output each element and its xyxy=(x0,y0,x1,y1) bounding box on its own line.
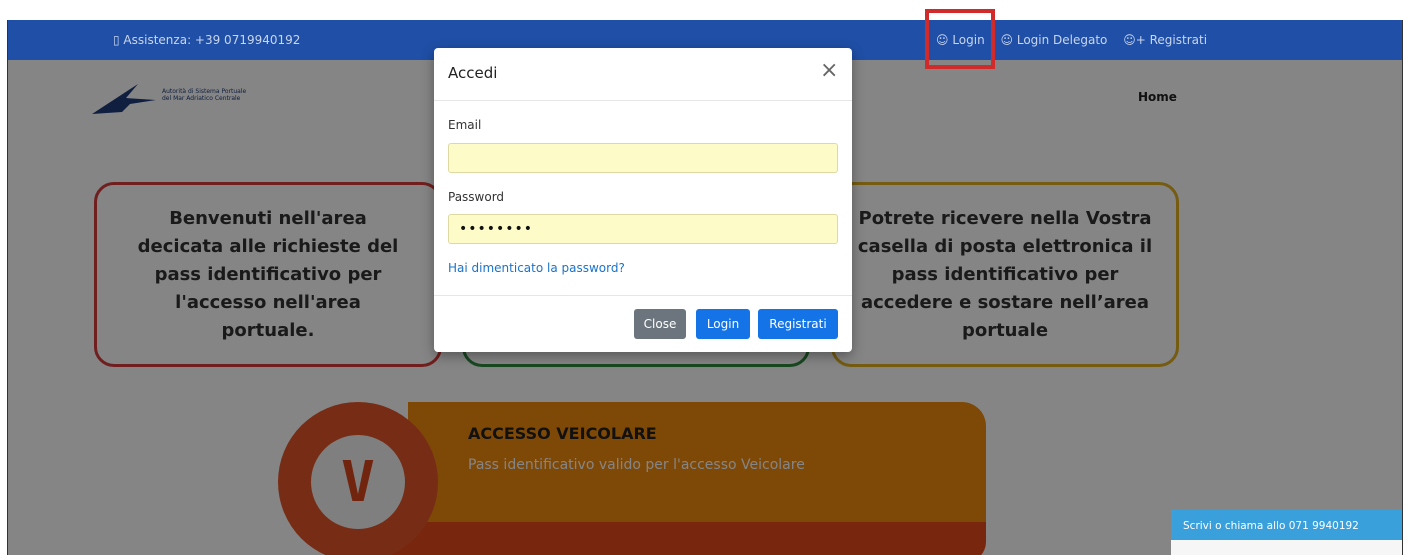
forgot-password-link[interactable]: Hai dimenticato la password? xyxy=(448,261,625,275)
login-highlight-box xyxy=(925,9,995,69)
browser-frame: ▯ Assistenza: +39 0719940192 ☺ Login ☺ L… xyxy=(7,20,1403,555)
login-modal: Accedi × Email Password •••••••• Hai dim… xyxy=(434,48,852,352)
login-button[interactable]: Login xyxy=(696,309,750,339)
password-label: Password xyxy=(448,190,505,204)
register-button[interactable]: Registrati xyxy=(758,309,838,339)
registrati-link[interactable]: ☺+ Registrati xyxy=(1123,33,1207,47)
close-icon[interactable]: × xyxy=(820,60,838,82)
modal-header: Accedi × xyxy=(434,48,852,101)
chat-widget-header[interactable]: Scrivi o chiama allo 071 9940192 xyxy=(1171,510,1402,540)
login-delegato-link[interactable]: ☺ Login Delegato xyxy=(1001,33,1108,47)
chat-widget-body[interactable] xyxy=(1171,540,1402,555)
email-field[interactable] xyxy=(448,143,838,173)
modal-title: Accedi xyxy=(448,64,498,82)
modal-footer: Close Login Registrati xyxy=(434,295,852,353)
password-field[interactable]: •••••••• xyxy=(448,214,838,244)
email-label: Email xyxy=(448,118,482,132)
close-button[interactable]: Close xyxy=(634,309,686,339)
assistance-phone[interactable]: ▯ Assistenza: +39 0719940192 xyxy=(113,33,300,47)
